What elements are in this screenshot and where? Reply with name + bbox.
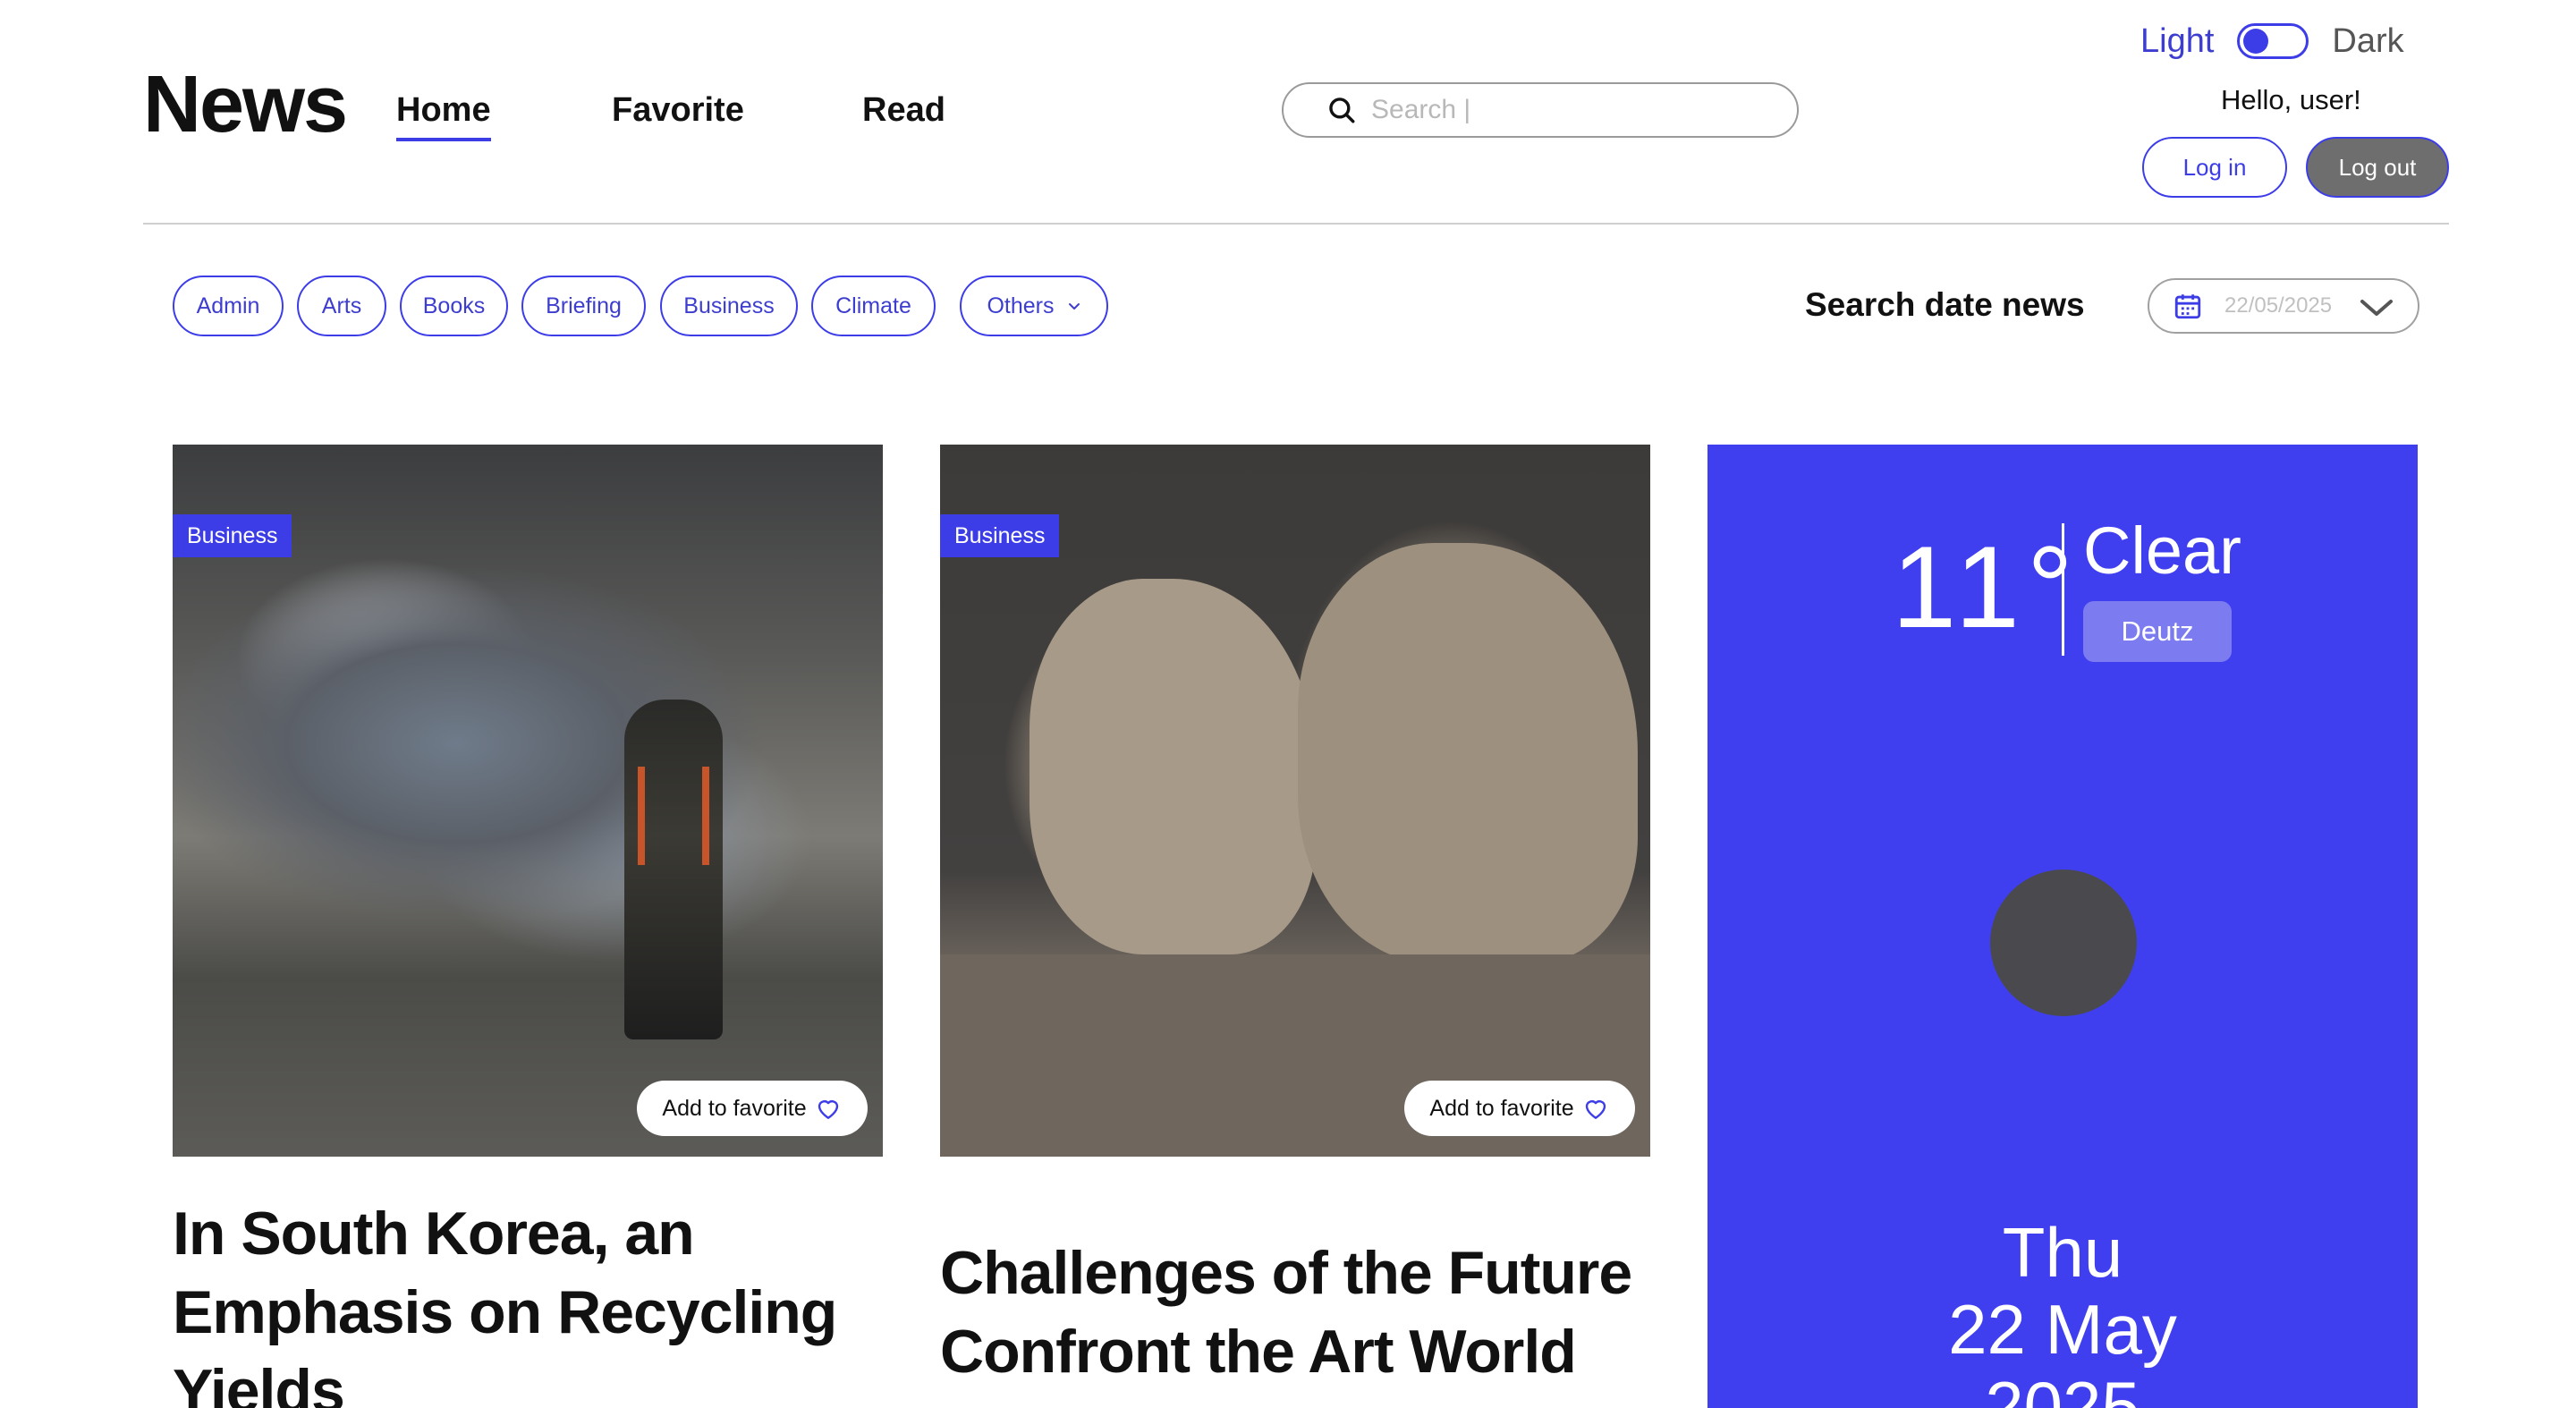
category-chip-climate[interactable]: Climate xyxy=(811,276,936,336)
search-date-title: Search date news xyxy=(1805,286,2085,323)
date-value: 22/05/2025 xyxy=(2224,293,2333,318)
weather-city: Deutz xyxy=(2083,601,2232,662)
favorite-label: Add to favorite xyxy=(1429,1095,1574,1121)
nav-read[interactable]: Read xyxy=(862,93,945,127)
article-image[interactable]: Business Add to favorite xyxy=(173,445,883,1157)
user-greeting: Hello, user! xyxy=(2221,84,2361,115)
nav-home[interactable]: Home xyxy=(396,93,491,141)
photo-figure xyxy=(1298,543,1638,963)
add-to-favorite-button[interactable]: Add to favorite xyxy=(1404,1081,1635,1136)
nav-favorite[interactable]: Favorite xyxy=(612,93,744,127)
site-logo[interactable]: News xyxy=(143,64,348,145)
category-badge: Business xyxy=(940,514,1060,557)
category-badge: Business xyxy=(173,514,292,557)
chevron-down-icon xyxy=(1068,303,1080,310)
weather-widget: 11° Clear Deutz Thu 22 May 2025 xyxy=(1707,445,2418,1408)
photo-figure xyxy=(624,700,723,1039)
favorite-label: Add to favorite xyxy=(662,1095,807,1121)
login-button[interactable]: Log in xyxy=(2142,137,2287,198)
search-input[interactable] xyxy=(1371,95,1765,125)
news-page: News Home Favorite Read Light Dark Hello… xyxy=(0,0,2576,1408)
article-title[interactable]: Challenges of the Future Confront the Ar… xyxy=(940,1234,1650,1391)
category-chip-briefing[interactable]: Briefing xyxy=(521,276,646,336)
article-title[interactable]: In South Korea, an Emphasis on Recycling… xyxy=(173,1194,883,1408)
header-divider xyxy=(143,223,2449,225)
theme-light-label: Light xyxy=(2140,22,2215,60)
weather-divider xyxy=(2062,523,2064,656)
category-chip-books[interactable]: Books xyxy=(400,276,508,336)
theme-switcher: Light Dark xyxy=(2140,23,2404,59)
calendar-icon xyxy=(2174,294,2201,319)
category-chip-business[interactable]: Business xyxy=(660,276,798,336)
toggle-knob xyxy=(2243,29,2269,54)
weather-icon xyxy=(1990,869,2137,1016)
category-dropdown-others[interactable]: Others xyxy=(960,276,1108,336)
heart-icon xyxy=(1585,1100,1606,1119)
weather-date: Thu 22 May 2025 xyxy=(1707,1214,2418,1408)
others-label: Others xyxy=(987,293,1055,318)
article-image[interactable]: Business Add to favorite xyxy=(940,445,1650,1157)
weather-day-month: 22 May xyxy=(1948,1290,2177,1369)
weather-year: 2025 xyxy=(1985,1367,2140,1408)
chevron-down-icon xyxy=(2360,300,2393,316)
theme-toggle[interactable] xyxy=(2237,23,2309,59)
photo-figure xyxy=(1030,579,1316,954)
weather-weekday: Thu xyxy=(2002,1213,2123,1292)
search-icon xyxy=(1329,98,1355,123)
logout-button[interactable]: Log out xyxy=(2306,137,2449,198)
category-chip-admin[interactable]: Admin xyxy=(173,276,284,336)
date-picker[interactable]: 22/05/2025 xyxy=(2148,278,2419,334)
heart-icon xyxy=(818,1100,838,1119)
theme-dark-label: Dark xyxy=(2332,22,2404,60)
weather-condition: Clear xyxy=(2083,513,2241,588)
category-chip-arts[interactable]: Arts xyxy=(297,276,386,336)
add-to-favorite-button[interactable]: Add to favorite xyxy=(637,1081,868,1136)
temperature: 11° xyxy=(1892,522,2080,652)
search-bar[interactable] xyxy=(1282,82,1799,138)
photo-detail xyxy=(638,767,709,865)
